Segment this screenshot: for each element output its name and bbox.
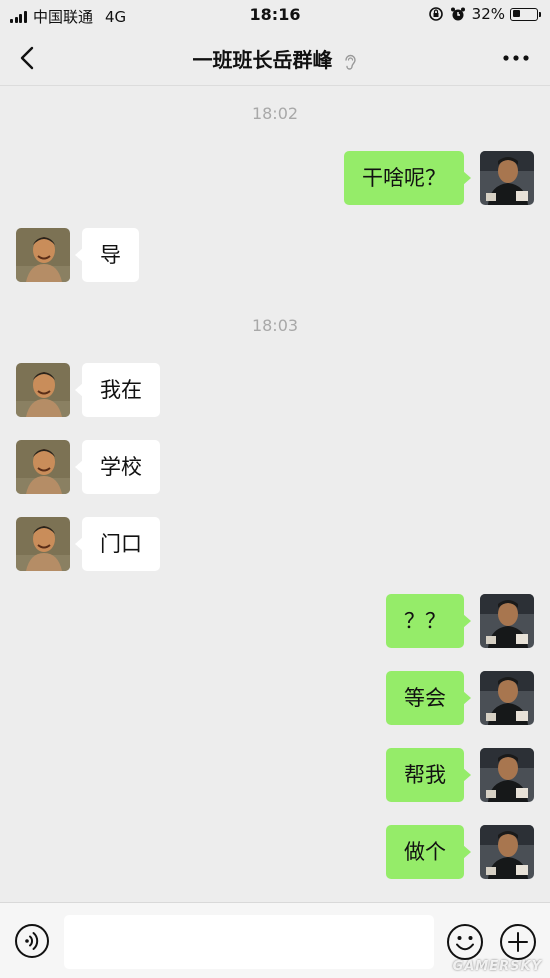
- message-row: 门口: [0, 517, 550, 573]
- message-bubble[interactable]: ？？: [386, 594, 471, 648]
- nav-bar: 一班班长岳群峰: [0, 30, 550, 86]
- battery-percent: 32%: [471, 5, 505, 23]
- self-avatar[interactable]: [480, 748, 534, 802]
- more-dots-icon[interactable]: [500, 44, 532, 72]
- message-row: 干啥呢？: [0, 151, 550, 207]
- contact-avatar[interactable]: [16, 228, 70, 282]
- timestamp: 18:02: [251, 104, 299, 123]
- self-avatar[interactable]: [480, 825, 534, 879]
- message-bubble[interactable]: 学校: [75, 440, 160, 494]
- ear-icon: [345, 54, 357, 70]
- status-right: 32%: [428, 5, 541, 23]
- message-input[interactable]: [64, 915, 434, 969]
- rotation-lock-icon: [428, 7, 443, 21]
- message-row: 帮我: [0, 748, 550, 804]
- message-row: ？？: [0, 594, 550, 650]
- voice-icon[interactable]: [14, 923, 50, 959]
- input-bar: GAMERSKY: [0, 902, 550, 978]
- contact-avatar[interactable]: [16, 440, 70, 494]
- message-row: 做个: [0, 825, 550, 881]
- battery-fill: [512, 10, 520, 17]
- chat-title: 一班班长岳群峰: [0, 44, 550, 73]
- emoji-icon[interactable]: [446, 923, 484, 961]
- chat-title-text: 一班班长岳群峰: [192, 48, 333, 72]
- battery-icon: [510, 7, 541, 21]
- contact-avatar[interactable]: [16, 517, 70, 571]
- message-bubble[interactable]: 等会: [386, 671, 471, 725]
- message-bubble[interactable]: 做个: [386, 825, 471, 879]
- message-bubble[interactable]: 我在: [75, 363, 160, 417]
- timestamp: 18:03: [251, 316, 299, 335]
- chat-area[interactable]: 18:02 干啥呢？ 导 18:03 我在 学校 门口 ？？ 等会 帮我 做个: [0, 86, 550, 902]
- contact-avatar[interactable]: [16, 363, 70, 417]
- plus-icon[interactable]: [499, 923, 537, 961]
- message-bubble[interactable]: 门口: [75, 517, 160, 571]
- status-bar: 中国联通 4G 18:16 32%: [0, 0, 550, 30]
- self-avatar[interactable]: [480, 594, 534, 648]
- message-bubble[interactable]: 帮我: [386, 748, 471, 802]
- message-row: 我在: [0, 363, 550, 419]
- message-bubble[interactable]: 干啥呢？: [344, 151, 471, 205]
- alarm-icon: [450, 7, 465, 21]
- self-avatar[interactable]: [480, 151, 534, 205]
- watermark: GAMERSKY: [452, 959, 542, 974]
- self-avatar[interactable]: [480, 671, 534, 725]
- message-bubble[interactable]: 导: [75, 228, 139, 282]
- message-row: 等会: [0, 671, 550, 727]
- message-row: 学校: [0, 440, 550, 496]
- message-row: 导: [0, 228, 550, 284]
